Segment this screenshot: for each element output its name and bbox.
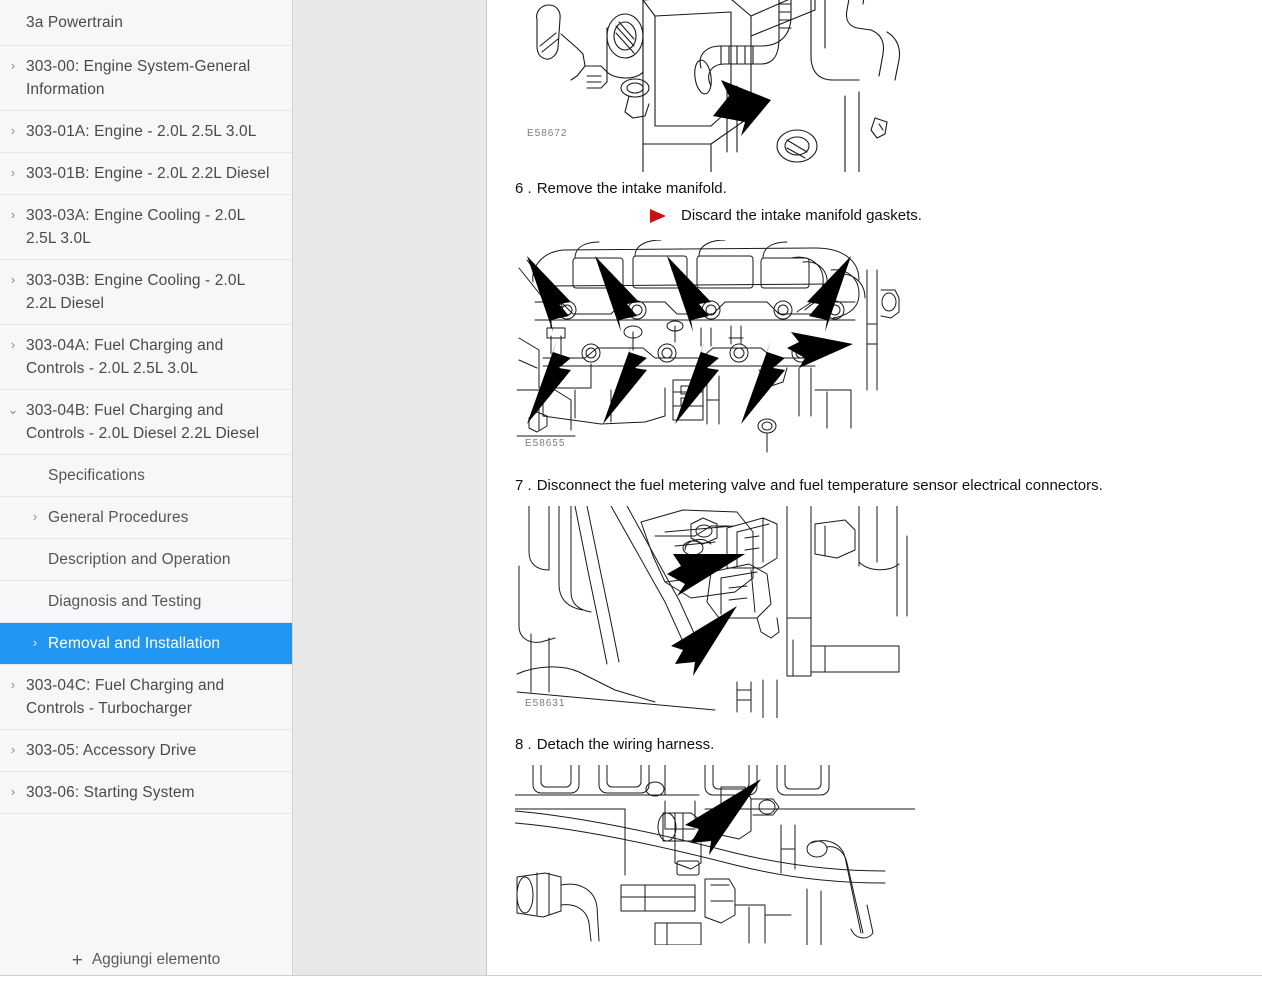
fuel-metering-valve-line-art: E58631: [516, 506, 908, 718]
sidebar-item-303-03b[interactable]: › 303-03B: Engine Cooling - 2.0L 2.2L Di…: [0, 260, 292, 325]
sidebar-item-label: Description and Operation: [48, 551, 231, 568]
callout-arrows: [527, 256, 853, 424]
chevron-right-icon[interactable]: ›: [0, 781, 26, 802]
step-6: 6 . Remove the intake manifold. Discard …: [515, 180, 1262, 455]
intake-manifold-bolts-line-art: E58655: [516, 240, 900, 453]
spacer-icon: ›: [0, 11, 26, 32]
chevron-down-icon[interactable]: ⌄: [0, 399, 26, 420]
sidebar-item-303-04b[interactable]: ⌄ 303-04B: Fuel Charging and Controls - …: [0, 390, 292, 455]
chevron-right-icon[interactable]: ›: [0, 120, 26, 141]
sidebar-item-label: 303-05: Accessory Drive: [26, 742, 197, 759]
bottom-strip: [0, 976, 1262, 990]
sidebar-item-303-04c[interactable]: › 303-04C: Fuel Charging and Controls - …: [0, 665, 292, 730]
figure-code-label: E58672: [527, 128, 567, 139]
step-number: 8 .: [515, 736, 532, 753]
sidebar-item-label: 303-03A: Engine Cooling - 2.0L 2.5L 3.0L: [26, 207, 245, 247]
callout-arrow-icon: [713, 80, 771, 136]
figure-engine-hose-connection-diagram: E58672: [515, 0, 1262, 172]
figure-code-label: E58631: [525, 698, 565, 709]
spacer-icon: ›: [22, 590, 48, 611]
engine-hose-connection-line-art: E58672: [527, 0, 901, 172]
chevron-right-icon[interactable]: ›: [0, 739, 26, 760]
sidebar-item-label: 303-03B: Engine Cooling - 2.0L 2.2L Dies…: [26, 272, 245, 312]
sidebar-root-label: 3a Powertrain: [26, 14, 123, 31]
sidebar-item-303-01b[interactable]: › 303-01B: Engine - 2.0L 2.2L Diesel: [0, 153, 292, 195]
sidebar-item-303-04a[interactable]: › 303-04A: Fuel Charging and Controls - …: [0, 325, 292, 390]
spacer-icon: ›: [22, 548, 48, 569]
sidebar-item-diagnosis-and-testing[interactable]: › Diagnosis and Testing: [0, 581, 292, 623]
sidebar-item-label: Specifications: [48, 467, 146, 484]
chevron-right-icon[interactable]: ›: [22, 632, 48, 653]
chevron-right-icon[interactable]: ›: [0, 269, 26, 290]
sidebar-item-303-01a[interactable]: › 303-01A: Engine - 2.0L 2.5L 3.0L: [0, 111, 292, 153]
chevron-right-icon[interactable]: ›: [0, 162, 26, 183]
spacer-icon: ›: [22, 464, 48, 485]
sidebar-item-label: 303-06: Starting System: [26, 784, 195, 801]
wiring-harness-line-art: [515, 765, 915, 945]
step-7: 7 . Disconnect the fuel metering valve a…: [515, 477, 1262, 718]
sidebar-item-303-06[interactable]: › 303-06: Starting System: [0, 772, 292, 814]
navigation-sidebar: › 3a Powertrain › 303-00: Engine System-…: [0, 0, 293, 990]
step-number: 7 .: [515, 477, 532, 494]
chevron-right-icon[interactable]: ›: [0, 334, 26, 355]
sidebar-item-removal-and-installation[interactable]: › Removal and Installation: [0, 623, 292, 665]
add-item-label: Aggiungi elemento: [91, 951, 221, 968]
step-6-note: Discard the intake manifold gaskets.: [650, 207, 1262, 224]
figure-wiring-harness-diagram: [515, 765, 1262, 945]
red-triangle-bullet-icon: [650, 208, 666, 223]
sidebar-item-label: 303-04B: Fuel Charging and Controls - 2.…: [26, 402, 260, 442]
sidebar-root-title[interactable]: › 3a Powertrain: [0, 0, 292, 46]
chevron-right-icon[interactable]: ›: [0, 55, 26, 76]
secondary-pane: [293, 0, 487, 990]
sidebar-item-description-and-operation[interactable]: › Description and Operation: [0, 539, 292, 581]
sidebar-item-label: 303-04A: Fuel Charging and Controls - 2.…: [26, 337, 224, 377]
sidebar-item-label: 303-01A: Engine - 2.0L 2.5L 3.0L: [26, 123, 257, 140]
chevron-right-icon[interactable]: ›: [22, 506, 48, 527]
document-content: E58672 6 . Remove the intake manifold. D…: [487, 0, 1262, 990]
sidebar-tree: › 3a Powertrain › 303-00: Engine System-…: [0, 0, 292, 930]
sidebar-item-303-05[interactable]: › 303-05: Accessory Drive: [0, 730, 292, 772]
sidebar-item-label: 303-01B: Engine - 2.0L 2.2L Diesel: [26, 165, 270, 182]
figure-code-label: E58655: [525, 438, 565, 449]
procedure-document: E58672 6 . Remove the intake manifold. D…: [515, 0, 1262, 945]
figure-fuel-metering-valve-connectors-diagram: E58631: [515, 506, 1262, 718]
sidebar-item-303-03a[interactable]: › 303-03A: Engine Cooling - 2.0L 2.5L 3.…: [0, 195, 292, 260]
chevron-right-icon[interactable]: ›: [0, 674, 26, 695]
sidebar-item-general-procedures[interactable]: › General Procedures: [0, 497, 292, 539]
sidebar-item-label: General Procedures: [48, 509, 189, 526]
step-text: Disconnect the fuel metering valve and f…: [536, 477, 1103, 494]
step-8: 8 . Detach the wiring harness.: [515, 736, 1262, 945]
step-text: Remove the intake manifold.: [536, 180, 727, 197]
step-6-heading: 6 . Remove the intake manifold.: [515, 180, 1262, 197]
step-note-text: Discard the intake manifold gaskets.: [681, 207, 922, 224]
sidebar-item-303-00[interactable]: › 303-00: Engine System-General Informat…: [0, 46, 292, 111]
step-number: 6 .: [515, 180, 532, 197]
add-item-button[interactable]: + Aggiungi elemento: [72, 951, 221, 970]
sidebar-item-label: Diagnosis and Testing: [48, 593, 202, 610]
chevron-right-icon[interactable]: ›: [0, 204, 26, 225]
app-window: › 3a Powertrain › 303-00: Engine System-…: [0, 0, 1262, 990]
figure-intake-manifold-bolts-diagram: E58655: [515, 240, 1262, 455]
sidebar-item-specifications[interactable]: › Specifications: [0, 455, 292, 497]
step-7-heading: 7 . Disconnect the fuel metering valve a…: [515, 477, 1262, 494]
sidebar-item-label: Removal and Installation: [48, 635, 221, 652]
sidebar-item-label: 303-00: Engine System-General Informatio…: [26, 58, 251, 98]
step-8-heading: 8 . Detach the wiring harness.: [515, 736, 1262, 753]
callout-arrows: [667, 554, 745, 676]
step-text: Detach the wiring harness.: [536, 736, 715, 753]
plus-icon: +: [71, 949, 83, 971]
sidebar-item-label: 303-04C: Fuel Charging and Controls - Tu…: [26, 677, 225, 717]
